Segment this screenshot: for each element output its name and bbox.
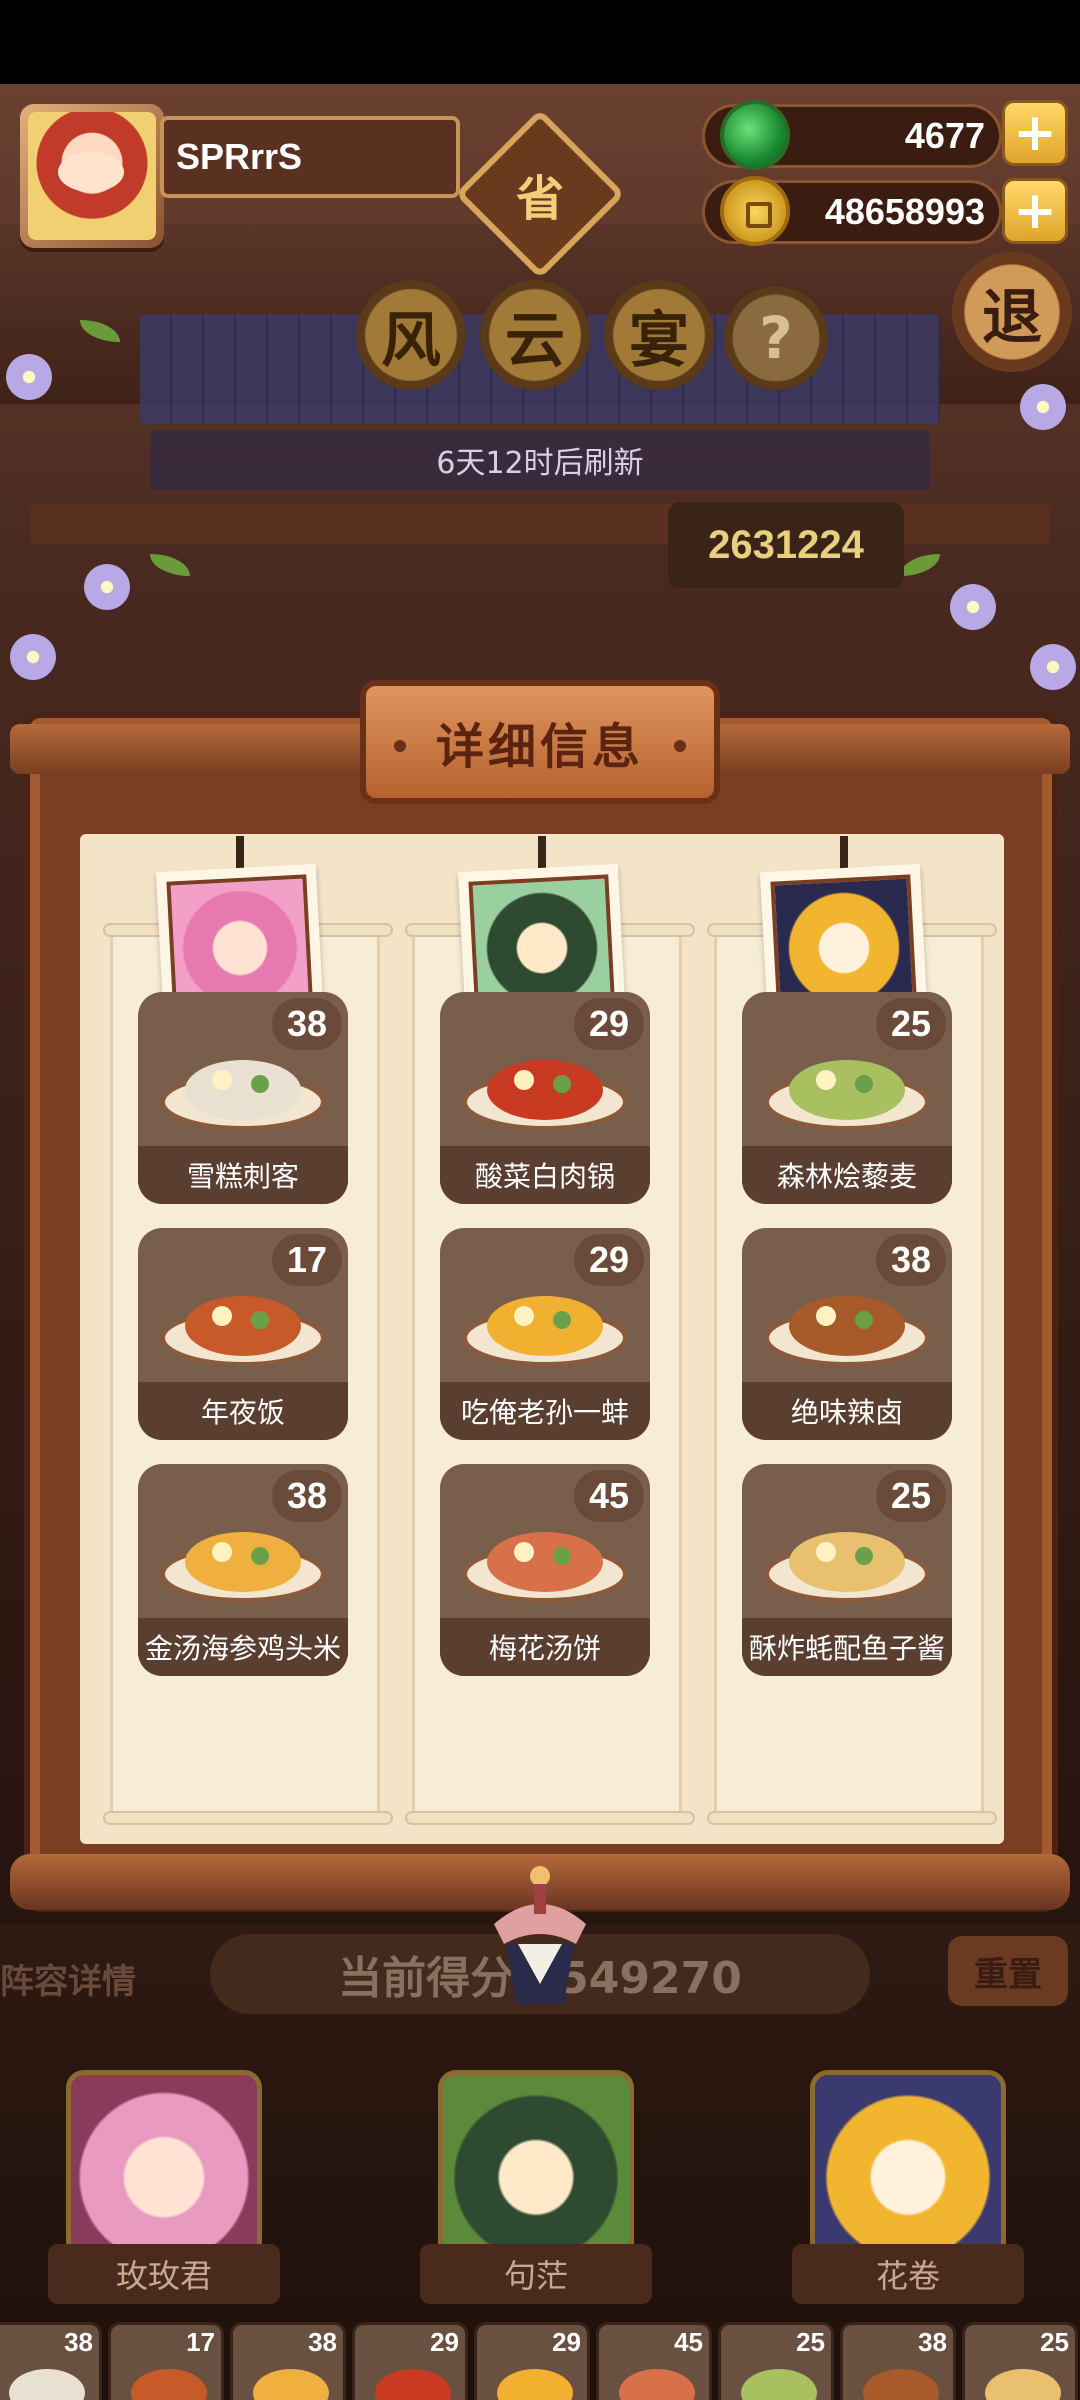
tray-dish[interactable]: 25 <box>962 2322 1078 2400</box>
chef-card[interactable] <box>810 2070 1006 2266</box>
chef-name: 玫玫君 <box>48 2244 280 2304</box>
dish-name: 年夜饭 <box>138 1382 348 1440</box>
add-jade-button[interactable]: + <box>1002 100 1068 166</box>
dish-card[interactable]: 38 绝味辣卤 <box>742 1228 952 1440</box>
tray-dish-image <box>619 2369 695 2400</box>
dish-level-badge: 38 <box>876 1234 946 1286</box>
dish-card[interactable]: 38 雪糕刺客 <box>138 992 348 1204</box>
event-title-char: 云 <box>480 280 590 390</box>
tray-dish[interactable]: 25 <box>718 2322 834 2400</box>
leaf-decoration <box>900 554 940 576</box>
tray-dish-level: 38 <box>308 2327 337 2357</box>
status-bar <box>0 0 1080 84</box>
dish-card[interactable]: 29 吃俺老孙一蚌 <box>440 1228 650 1440</box>
dish-name: 雪糕刺客 <box>138 1146 348 1204</box>
chef-card[interactable] <box>66 2070 262 2266</box>
dish-name: 酸菜白肉锅 <box>440 1146 650 1204</box>
tray-dish-image <box>131 2369 207 2400</box>
chef-card[interactable] <box>438 2070 634 2266</box>
panel-title-plaque: 详细信息 <box>360 680 720 804</box>
refresh-countdown: 6天12时后刷新 <box>150 430 930 490</box>
dish-name: 森林烩藜麦 <box>742 1146 952 1204</box>
tray-dish-level: 29 <box>552 2327 581 2357</box>
tray-dish-image <box>863 2369 939 2400</box>
dish-card[interactable]: 29 酸菜白肉锅 <box>440 992 650 1204</box>
dish-name: 吃俺老孙一蚌 <box>440 1382 650 1440</box>
dish-name: 金汤海参鸡头米 <box>138 1618 348 1676</box>
add-coins-button[interactable]: + <box>1002 178 1068 244</box>
tray-dish[interactable]: 29 <box>474 2322 590 2400</box>
player-avatar[interactable] <box>20 104 164 248</box>
dish-level-badge: 29 <box>574 998 644 1050</box>
dish-card[interactable]: 17 年夜饭 <box>138 1228 348 1440</box>
top-score: 2631224 <box>668 502 904 588</box>
tray-dish-level: 45 <box>674 2327 703 2357</box>
dish-name: 绝味辣卤 <box>742 1382 952 1440</box>
tray-dish-image <box>985 2369 1061 2400</box>
flower-decoration <box>10 634 56 680</box>
dish-level-badge: 38 <box>272 998 342 1050</box>
tray-dish-level: 25 <box>796 2327 825 2357</box>
dish-tray: 38 17 38 29 29 45 25 38 25 <box>0 2322 1080 2400</box>
flower-decoration <box>84 564 130 610</box>
leaf-decoration <box>150 554 190 576</box>
tray-dish[interactable]: 29 <box>352 2322 468 2400</box>
tray-dish-image <box>375 2369 451 2400</box>
flower-decoration <box>1030 644 1076 690</box>
lineup-details-label[interactable]: 阵容详情 <box>0 1954 136 2003</box>
tray-dish[interactable]: 38 <box>840 2322 956 2400</box>
flower-decoration <box>950 584 996 630</box>
dish-card[interactable]: 25 森林烩藜麦 <box>742 992 952 1204</box>
tray-dish[interactable]: 17 <box>108 2322 224 2400</box>
tray-dish-image <box>741 2369 817 2400</box>
tray-dish[interactable]: 38 <box>230 2322 346 2400</box>
player-name: SPRrrS <box>176 136 303 177</box>
dish-level-badge: 17 <box>272 1234 342 1286</box>
jade-icon <box>720 100 790 170</box>
coin-amount: 48658993 <box>824 191 985 232</box>
tray-dish-level: 17 <box>186 2327 215 2357</box>
dish-level-badge: 38 <box>272 1470 342 1522</box>
dish-card[interactable]: 25 酥炸蚝配鱼子酱 <box>742 1464 952 1676</box>
exit-button[interactable]: 退 <box>952 252 1072 372</box>
chef-name: 句茫 <box>420 2244 652 2304</box>
dish-name: 梅花汤饼 <box>440 1618 650 1676</box>
dish-level-badge: 25 <box>876 998 946 1050</box>
tray-dish-image <box>253 2369 329 2400</box>
jade-amount: 4677 <box>904 115 985 156</box>
tray-dish-level: 38 <box>918 2327 947 2357</box>
flower-decoration <box>1020 384 1066 430</box>
event-title-char: 宴 <box>604 280 714 390</box>
dish-level-badge: 25 <box>876 1470 946 1522</box>
tray-dish-level: 38 <box>64 2327 93 2357</box>
player-name-box: SPRrrS <box>160 116 460 198</box>
wind-chime-icon[interactable] <box>484 1864 596 2014</box>
flower-decoration <box>6 354 52 400</box>
chef-name: 花卷 <box>792 2244 1024 2304</box>
tray-dish[interactable]: 38 <box>0 2322 102 2400</box>
tray-dish[interactable]: 45 <box>596 2322 712 2400</box>
dish-level-badge: 45 <box>574 1470 644 1522</box>
province-badge-label: 省 <box>515 171 564 227</box>
reset-button[interactable]: 重置 <box>948 1936 1068 2006</box>
help-button[interactable]: ? <box>724 286 828 390</box>
dish-card[interactable]: 45 梅花汤饼 <box>440 1464 650 1676</box>
tray-dish-level: 29 <box>430 2327 459 2357</box>
tray-dish-level: 25 <box>1040 2327 1069 2357</box>
tray-dish-image <box>9 2369 85 2400</box>
game-scene: SPRrrS 省 4677 + 48658993 + 风 云 宴 ? 退 6天1… <box>0 84 1080 2400</box>
coin-icon <box>720 176 790 246</box>
panel-title: 详细信息 <box>435 719 644 775</box>
dish-name: 酥炸蚝配鱼子酱 <box>742 1618 952 1676</box>
tray-dish-image <box>497 2369 573 2400</box>
event-title-char: 风 <box>356 280 466 390</box>
dish-level-badge: 29 <box>574 1234 644 1286</box>
dish-card[interactable]: 38 金汤海参鸡头米 <box>138 1464 348 1676</box>
